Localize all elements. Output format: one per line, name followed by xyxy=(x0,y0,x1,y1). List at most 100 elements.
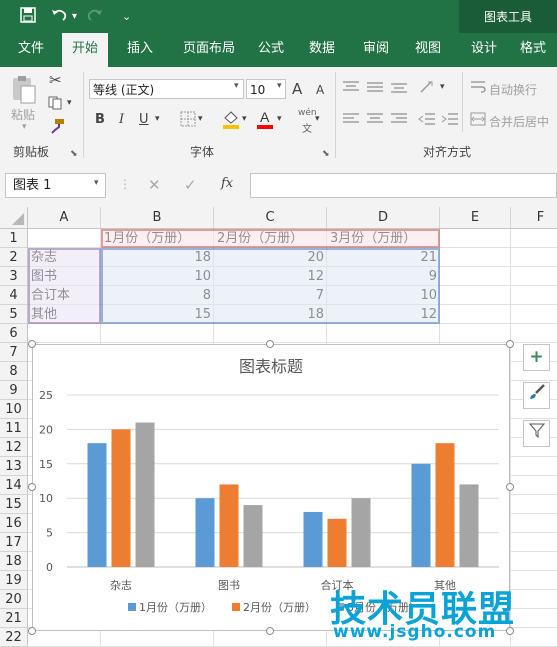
row-header[interactable]: 14 xyxy=(0,476,28,495)
fill-color-icon[interactable] xyxy=(222,109,240,132)
column-header[interactable]: D xyxy=(327,207,440,229)
borders-dropdown-icon[interactable]: ▾ xyxy=(198,114,203,124)
underline-button[interactable]: U xyxy=(139,112,149,127)
column-header[interactable]: A xyxy=(28,207,101,229)
row-header[interactable]: 15 xyxy=(0,495,28,514)
row-header[interactable]: 8 xyxy=(0,362,28,381)
column-header[interactable]: C xyxy=(214,207,327,229)
row-header[interactable]: 3 xyxy=(0,267,28,286)
bar[interactable] xyxy=(219,484,239,567)
phonetic-char-icon[interactable]: 文 xyxy=(302,120,312,135)
row-header[interactable]: 20 xyxy=(0,590,28,609)
wrap-text-icon[interactable] xyxy=(470,80,486,97)
font-color-dropdown-icon[interactable]: ▾ xyxy=(277,114,282,124)
resize-handle[interactable] xyxy=(506,340,514,348)
format-painter-icon[interactable] xyxy=(49,118,65,138)
resize-handle[interactable] xyxy=(506,483,514,491)
bold-button[interactable]: B xyxy=(95,112,105,127)
tab-0[interactable]: 文件 xyxy=(0,33,62,67)
enter-icon[interactable]: ✓ xyxy=(184,176,197,194)
tab-5[interactable]: 数据 xyxy=(294,33,350,67)
name-box[interactable]: 图表 1 xyxy=(5,173,106,198)
resize-handle[interactable] xyxy=(28,483,36,491)
align-left-icon[interactable] xyxy=(342,112,360,129)
bar[interactable] xyxy=(303,511,323,567)
paste-dropdown-icon[interactable]: ▾ xyxy=(22,122,27,132)
bar[interactable] xyxy=(111,429,131,567)
resize-handle[interactable] xyxy=(28,627,36,635)
tab-3[interactable]: 页面布局 xyxy=(170,33,248,67)
row-header[interactable]: 11 xyxy=(0,419,28,438)
increase-indent-icon[interactable] xyxy=(441,112,459,129)
align-bottom-icon[interactable] xyxy=(390,80,408,97)
row-header[interactable]: 5 xyxy=(0,305,28,324)
bar[interactable] xyxy=(243,505,263,567)
chart-elements-button[interactable]: + xyxy=(523,344,550,371)
tab-9[interactable]: 格式 xyxy=(509,33,557,67)
undo-dropdown-icon[interactable]: ▾ xyxy=(72,11,77,22)
bar[interactable] xyxy=(195,498,215,567)
bar[interactable] xyxy=(135,422,155,567)
paste-button-label[interactable]: 粘贴 xyxy=(11,106,35,123)
tab-7[interactable]: 视图 xyxy=(402,33,454,67)
align-right-icon[interactable] xyxy=(390,112,408,129)
row-header[interactable]: 12 xyxy=(0,438,28,457)
row-header[interactable]: 1 xyxy=(0,229,28,248)
phonetic-dropdown-icon[interactable]: ▾ xyxy=(315,114,320,124)
row-header[interactable]: 10 xyxy=(0,400,28,419)
bar[interactable] xyxy=(351,498,371,567)
row-header[interactable]: 7 xyxy=(0,343,28,362)
align-middle-icon[interactable] xyxy=(366,80,384,97)
shrink-font-button[interactable]: A xyxy=(316,83,324,97)
row-header[interactable]: 19 xyxy=(0,571,28,590)
bar[interactable] xyxy=(411,463,431,567)
formula-input[interactable] xyxy=(250,173,557,198)
column-header[interactable]: B xyxy=(101,207,214,229)
tab-6[interactable]: 审阅 xyxy=(350,33,402,67)
bar[interactable] xyxy=(459,484,479,567)
decrease-indent-icon[interactable] xyxy=(418,112,436,129)
chart-styles-button[interactable] xyxy=(523,382,550,409)
name-box-dropdown-icon[interactable]: ▾ xyxy=(94,178,99,188)
orientation-dropdown-icon[interactable]: ▾ xyxy=(440,82,445,92)
merge-center-icon[interactable] xyxy=(470,112,486,129)
merge-center-button[interactable]: 合并后居中 xyxy=(489,113,549,130)
row-header[interactable]: 18 xyxy=(0,552,28,571)
bar[interactable] xyxy=(87,443,107,567)
orientation-icon[interactable] xyxy=(418,80,438,97)
fill-color-dropdown-icon[interactable]: ▾ xyxy=(242,114,247,124)
italic-button[interactable]: I xyxy=(119,112,124,127)
clipboard-launcher-icon[interactable]: ⬊ xyxy=(70,149,78,159)
align-top-icon[interactable] xyxy=(342,80,360,97)
row-header[interactable]: 17 xyxy=(0,533,28,552)
resize-handle[interactable] xyxy=(266,340,274,348)
paste-icon[interactable] xyxy=(10,74,38,104)
save-icon[interactable] xyxy=(20,7,36,27)
row-header[interactable]: 16 xyxy=(0,514,28,533)
borders-icon[interactable] xyxy=(180,111,196,130)
legend-label[interactable]: 2月份（万册） xyxy=(243,601,316,614)
align-center-icon[interactable] xyxy=(366,112,384,129)
font-size-dropdown-icon[interactable]: ▾ xyxy=(277,81,282,91)
resize-handle[interactable] xyxy=(28,340,36,348)
phonetic-guide-icon[interactable]: wén xyxy=(298,108,317,118)
chart-title[interactable]: 图表标题 xyxy=(239,357,303,376)
wrap-text-button[interactable]: 自动换行 xyxy=(489,81,537,98)
select-all-corner[interactable] xyxy=(0,207,28,229)
underline-dropdown-icon[interactable]: ▾ xyxy=(155,114,160,124)
cancel-icon[interactable]: ✕ xyxy=(148,176,161,194)
chart-filters-button[interactable] xyxy=(523,420,550,447)
bar[interactable] xyxy=(327,518,347,567)
grow-font-button[interactable]: A xyxy=(292,80,302,98)
tab-2[interactable]: 插入 xyxy=(110,33,170,67)
copy-dropdown-icon[interactable]: ▾ xyxy=(67,98,72,108)
cut-icon[interactable]: ✂ xyxy=(49,71,62,89)
resize-handle[interactable] xyxy=(266,627,274,635)
font-color-icon[interactable]: A xyxy=(256,109,274,132)
column-header[interactable]: E xyxy=(440,207,511,229)
row-header[interactable]: 4 xyxy=(0,286,28,305)
row-header[interactable]: 9 xyxy=(0,381,28,400)
legend-label[interactable]: 1月份（万册） xyxy=(139,601,212,614)
insert-function-button[interactable]: fx xyxy=(221,176,233,191)
undo-icon[interactable] xyxy=(50,7,68,27)
